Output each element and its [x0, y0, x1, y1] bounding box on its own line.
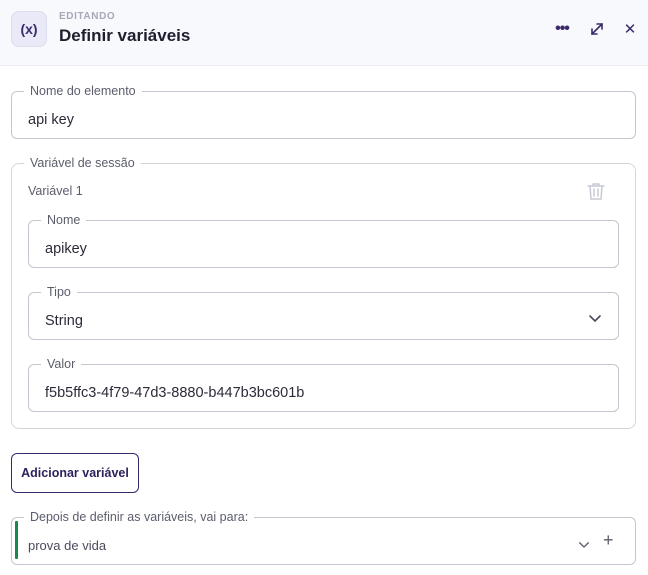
variable-type-select[interactable]: Tipo String [28, 285, 619, 340]
close-icon[interactable]: ✕ [619, 18, 641, 40]
trash-icon[interactable] [585, 180, 607, 202]
variable-name-value[interactable]: apikey [45, 241, 87, 257]
variable-icon: (x) [11, 11, 47, 47]
add-variable-button[interactable]: Adicionar variável [11, 453, 139, 493]
next-step-value[interactable]: prova de vida [28, 538, 106, 553]
page-title: Definir variáveis [59, 26, 191, 45]
session-variable-label: Variável de sessão [30, 156, 135, 170]
variable-type-label: Tipo [47, 285, 71, 299]
editing-label: EDITANDO [59, 11, 116, 22]
next-step-accent [15, 521, 18, 559]
variable-value-label: Valor [47, 357, 76, 371]
variable-type-value[interactable]: String [45, 313, 83, 329]
element-name-label: Nome do elemento [30, 84, 136, 98]
variable-name-label: Nome [47, 213, 81, 227]
element-name-value[interactable]: api key [28, 112, 74, 128]
chevron-down-icon[interactable] [588, 310, 602, 328]
add-connection-icon[interactable]: + [603, 531, 614, 549]
next-step-select[interactable]: Depois de definir as variáveis, vai para… [11, 510, 636, 565]
variable-value-text[interactable]: f5b5ffc3-4f79-47d3-8880-b447b3bc601b [45, 385, 304, 401]
header-bar: (x) EDITANDO Definir variáveis ••• ✕ [0, 0, 648, 66]
expand-icon[interactable] [586, 18, 608, 40]
element-name-field[interactable]: Nome do elemento api key [11, 84, 636, 139]
next-step-label: Depois de definir as variáveis, vai para… [30, 510, 249, 524]
variable-value-field[interactable]: Valor f5b5ffc3-4f79-47d3-8880-b447b3bc60… [28, 357, 619, 412]
more-options-icon[interactable]: ••• [551, 18, 573, 40]
variable-title: Variável 1 [28, 184, 83, 198]
next-step-chevron-down-icon[interactable] [578, 536, 590, 554]
variable-name-field[interactable]: Nome apikey [28, 213, 619, 268]
